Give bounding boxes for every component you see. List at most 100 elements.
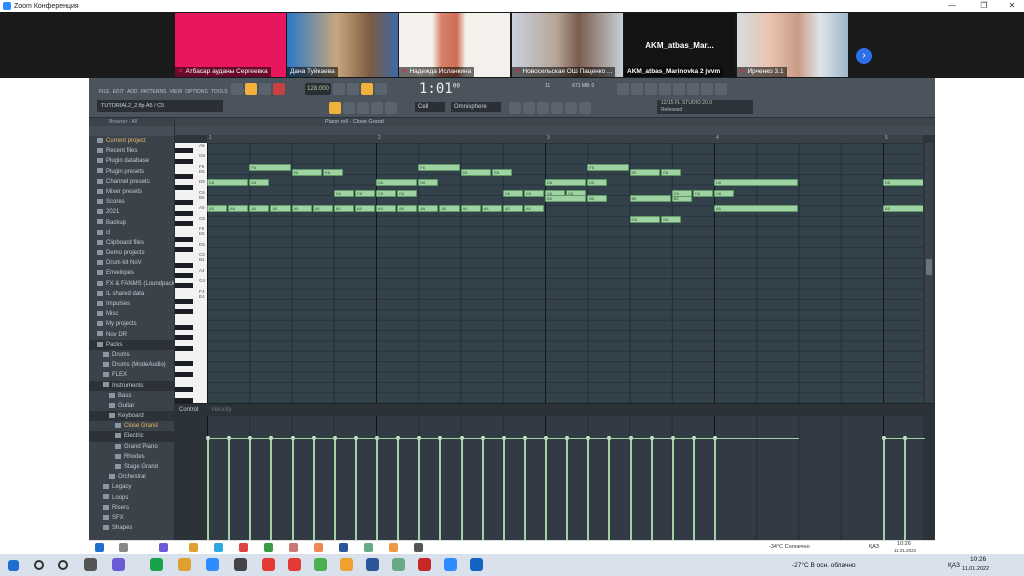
note[interactable]: C6 [354, 189, 375, 197]
velocity-bar[interactable] [649, 436, 654, 541]
note[interactable]: C6 [397, 189, 418, 197]
black-key[interactable] [175, 273, 193, 278]
note[interactable]: E6 [492, 169, 513, 176]
key-icon[interactable] [687, 83, 699, 95]
note[interactable]: C6 [692, 189, 713, 197]
countdown-icon[interactable] [361, 83, 373, 95]
note[interactable]: A5 [376, 205, 397, 213]
pattern-song-toggle[interactable] [231, 83, 243, 95]
cortana-icon[interactable] [58, 560, 68, 570]
browser-item[interactable]: Keyboard [89, 411, 174, 422]
browser-item[interactable]: Plugin presets [89, 167, 174, 177]
file-explorer-icon[interactable] [178, 558, 191, 571]
browser-item[interactable]: Risers [89, 503, 174, 513]
note[interactable]: A5 [439, 205, 460, 213]
note[interactable]: C6 [376, 189, 397, 197]
zoom-icon[interactable] [444, 558, 457, 571]
note[interactable]: C6 [523, 189, 544, 197]
note[interactable]: A5 [207, 205, 228, 213]
black-key[interactable] [175, 200, 193, 206]
browser-item[interactable]: Grand Piano [89, 442, 174, 452]
velocity-bar[interactable] [903, 436, 908, 541]
note[interactable]: A5 [291, 205, 312, 213]
playlist-icon[interactable] [509, 102, 521, 114]
black-key[interactable] [175, 299, 193, 304]
minimize-button[interactable]: — [940, 0, 964, 12]
clock-time[interactable]: 10:26 [970, 556, 986, 563]
participant-tile[interactable]: AKM_atbas_Mar... AKM_atbas_Marinovka 2 j… [624, 13, 735, 77]
maximize-button[interactable]: ❐ [972, 0, 996, 12]
note[interactable]: G5 [661, 215, 682, 223]
plugin-picker-icon[interactable] [565, 102, 577, 114]
browser-item[interactable]: FX & FANMS (Loundpack 1) [89, 279, 174, 289]
browser-item[interactable]: Nov DR [89, 330, 174, 340]
note[interactable]: D6 [714, 179, 798, 187]
note[interactable]: E6 [291, 169, 323, 176]
clock-date[interactable]: 11.01.2022 [962, 566, 989, 572]
velocity-bar[interactable] [375, 436, 379, 541]
velocity-bar[interactable] [544, 436, 548, 541]
note[interactable]: C6 [333, 189, 354, 197]
mute-tool-icon[interactable] [371, 102, 383, 114]
browser-item[interactable]: Current project [89, 136, 174, 146]
close-button[interactable]: ✕ [1000, 0, 1024, 12]
velocity-bar[interactable] [438, 436, 443, 541]
browser-item[interactable]: SFX [89, 513, 174, 523]
loop-record-icon[interactable] [375, 83, 387, 95]
menu-item-patterns[interactable]: PATTERNS [141, 89, 167, 95]
velocity-bar[interactable] [713, 436, 717, 541]
note[interactable]: A5 [523, 205, 544, 213]
black-key[interactable] [175, 361, 193, 367]
menu-item-edit[interactable]: EDIT [113, 89, 124, 95]
note[interactable]: C6 [502, 189, 523, 197]
note[interactable]: B5 [545, 195, 587, 202]
participant-tile[interactable]: ✕ Ирченко 3.1 [737, 13, 848, 77]
note[interactable]: D6 [249, 179, 270, 187]
velocity-bar[interactable] [670, 436, 675, 541]
download-icon[interactable] [659, 83, 671, 95]
note[interactable]: E6 [460, 169, 492, 176]
menu-item-add[interactable]: ADD [127, 89, 138, 95]
control-label[interactable]: Control [179, 407, 198, 413]
note[interactable]: B5 [629, 195, 671, 202]
export-icon[interactable] [715, 83, 727, 95]
app-icon[interactable] [112, 558, 125, 571]
app-icon[interactable] [470, 558, 483, 571]
note[interactable]: C6 [671, 189, 692, 197]
velocity-bar[interactable] [290, 436, 295, 541]
chat-icon[interactable] [701, 83, 713, 95]
black-key[interactable] [175, 210, 193, 216]
windows-start-icon[interactable] [8, 560, 19, 571]
note[interactable]: G5 [629, 215, 661, 223]
note[interactable]: F6 [418, 163, 460, 171]
browser-item[interactable]: Clipboard files [89, 238, 174, 248]
black-key[interactable] [175, 335, 193, 341]
mic-icon[interactable] [645, 83, 657, 95]
note[interactable]: A5 [883, 205, 923, 213]
tempo-display[interactable]: 128.000 [305, 83, 331, 95]
task-view-icon[interactable] [84, 558, 97, 571]
velocity-bar[interactable] [417, 436, 422, 541]
powerpoint-icon[interactable] [418, 558, 431, 571]
note[interactable]: D6 [545, 179, 587, 187]
velocity-area[interactable] [206, 416, 926, 541]
play-button[interactable] [245, 83, 257, 95]
velocity-bar[interactable] [565, 436, 570, 541]
browser-item[interactable]: FLEX [89, 370, 174, 380]
black-key[interactable] [175, 174, 193, 180]
browser-item[interactable]: Close Grand [89, 421, 174, 431]
browser-item[interactable]: Rhodes [89, 452, 174, 462]
browser-item[interactable]: Impulses [89, 299, 174, 309]
browser-item[interactable]: Drum kit NoV [89, 258, 174, 268]
fl-studio-icon[interactable] [340, 558, 353, 571]
browser-header[interactable]: Browser · All [89, 118, 174, 126]
black-key[interactable] [175, 158, 193, 164]
app-icon[interactable] [206, 558, 219, 571]
browser-item[interactable]: Scores [89, 197, 174, 207]
scrollbar-thumb[interactable] [926, 259, 932, 275]
note[interactable]: A5 [460, 205, 481, 213]
note[interactable]: A5 [714, 205, 798, 213]
lang-indicator[interactable]: ҚАЗ [948, 562, 960, 569]
note[interactable]: A5 [270, 205, 291, 213]
app-icon[interactable] [392, 558, 405, 571]
